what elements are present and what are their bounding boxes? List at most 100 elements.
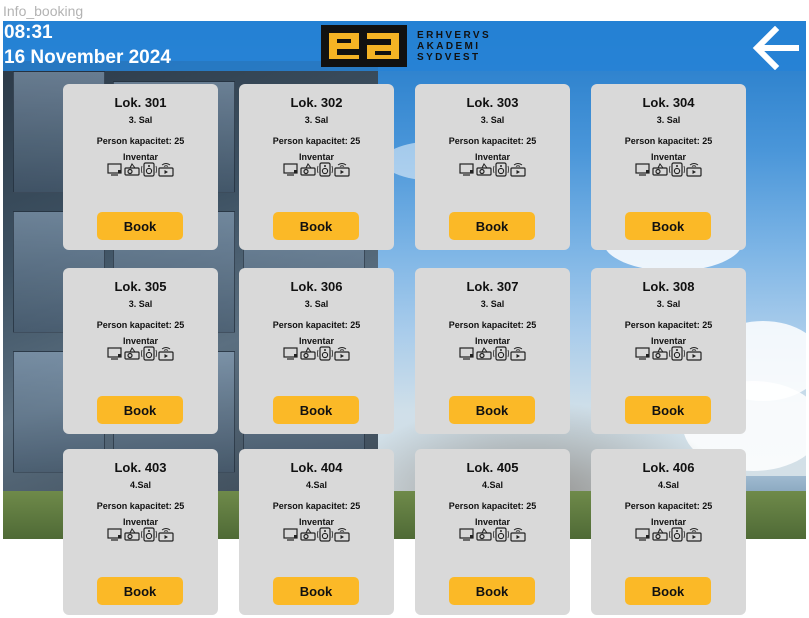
room-name: Lok. 405: [466, 460, 519, 475]
room-card: Lok. 307 3. Sal Person kapacitet: 25 Invent…: [415, 268, 570, 434]
room-inventory-icons: [63, 527, 218, 545]
room-inventory-icons: [415, 527, 570, 545]
room-capacity: Person kapacitet: 25: [96, 320, 185, 330]
room-card: Lok. 304 3. Sal Person kapacitet: 25 Invent…: [591, 84, 746, 250]
camera-icon: [510, 347, 526, 361]
screen-icon: [459, 347, 474, 360]
book-button[interactable]: Book: [625, 212, 711, 240]
speaker-icon: [493, 527, 509, 542]
book-button[interactable]: Book: [449, 577, 535, 605]
projector-icon: [300, 347, 316, 360]
projector-icon: [300, 528, 316, 541]
room-inventory-icons: [63, 162, 218, 180]
logo-line: SYDVEST: [417, 51, 481, 63]
room-inventory-icons: [591, 162, 746, 180]
room-inventory-icons: [239, 346, 394, 364]
room-inventory-label: Inventar: [650, 152, 686, 162]
room-card: Lok. 301 3. Sal Person kapacitet: 25 Invent…: [63, 84, 218, 250]
room-card: Lok. 303 3. Sal Person kapacitet: 25 Invent…: [415, 84, 570, 250]
clock-date: 16 November 2024: [4, 47, 171, 68]
clock-time: 08:31: [4, 22, 53, 43]
room-capacity: Person kapacitet: 25: [272, 320, 361, 330]
room-name: Lok. 305: [114, 279, 167, 294]
projector-icon: [300, 163, 316, 176]
room-inventory-label: Inventar: [474, 152, 510, 162]
projector-icon: [476, 347, 492, 360]
room-inventory-icons: [415, 162, 570, 180]
speaker-icon: [669, 527, 685, 542]
camera-icon: [686, 528, 702, 542]
frame-label: Info_booking: [3, 3, 84, 19]
camera-icon: [510, 528, 526, 542]
book-button[interactable]: Book: [625, 577, 711, 605]
logo: ERHVERVS AKADEMI SYDVEST: [321, 25, 491, 67]
room-card: Lok. 306 3. Sal Person kapacitet: 25 Invent…: [239, 268, 394, 434]
logo-line: ERHVERVS: [417, 29, 492, 41]
room-floor: 3. Sal: [656, 115, 681, 125]
room-capacity: Person kapacitet: 25: [624, 320, 713, 330]
screen-icon: [107, 528, 122, 541]
room-name: Lok. 307: [466, 279, 519, 294]
room-inventory-label: Inventar: [122, 336, 158, 346]
book-button[interactable]: Book: [273, 577, 359, 605]
header-bar: 08:31 16 November 2024 ERHVERVS AKADEMI …: [3, 21, 806, 71]
arrow-left-icon: [752, 25, 799, 71]
screen-icon: [635, 347, 650, 360]
room-name: Lok. 404: [290, 460, 343, 475]
room-inventory-label: Inventar: [650, 336, 686, 346]
camera-icon: [334, 528, 350, 542]
speaker-icon: [317, 162, 333, 177]
book-button[interactable]: Book: [625, 396, 711, 424]
speaker-icon: [669, 162, 685, 177]
room-card: Lok. 406 4.Sal Person kapacitet: 25 Inventa…: [591, 449, 746, 615]
book-button[interactable]: Book: [97, 396, 183, 424]
screen-icon: [107, 347, 122, 360]
screen-icon: [459, 163, 474, 176]
room-capacity: Person kapacitet: 25: [272, 501, 361, 511]
screen-icon: [283, 528, 298, 541]
book-button[interactable]: Book: [449, 396, 535, 424]
room-inventory-label: Inventar: [122, 517, 158, 527]
room-name: Lok. 301: [114, 95, 167, 110]
camera-icon: [510, 163, 526, 177]
room-name: Lok. 308: [642, 279, 695, 294]
room-card: Lok. 305 3. Sal Person kapacitet: 25 Invent…: [63, 268, 218, 434]
camera-icon: [686, 347, 702, 361]
speaker-icon: [669, 346, 685, 361]
screen-icon: [107, 163, 122, 176]
room-floor: 4.Sal: [305, 480, 327, 490]
projector-icon: [652, 528, 668, 541]
book-button[interactable]: Book: [449, 212, 535, 240]
speaker-icon: [317, 527, 333, 542]
room-name: Lok. 303: [466, 95, 519, 110]
room-floor: 4.Sal: [657, 480, 679, 490]
room-floor: 3. Sal: [480, 299, 505, 309]
room-inventory-label: Inventar: [474, 517, 510, 527]
room-name: Lok. 403: [114, 460, 167, 475]
projector-icon: [652, 163, 668, 176]
room-floor: 3. Sal: [128, 299, 153, 309]
speaker-icon: [317, 346, 333, 361]
room-inventory-icons: [591, 346, 746, 364]
room-capacity: Person kapacitet: 25: [624, 136, 713, 146]
speaker-icon: [141, 346, 157, 361]
projector-icon: [124, 528, 140, 541]
room-floor: 4.Sal: [481, 480, 503, 490]
camera-icon: [158, 347, 174, 361]
speaker-icon: [141, 527, 157, 542]
book-button[interactable]: Book: [273, 212, 359, 240]
book-button[interactable]: Book: [97, 212, 183, 240]
camera-icon: [334, 163, 350, 177]
room-capacity: Person kapacitet: 25: [96, 136, 185, 146]
screen-icon: [635, 528, 650, 541]
room-name: Lok. 406: [642, 460, 695, 475]
room-capacity: Person kapacitet: 25: [272, 136, 361, 146]
screen-icon: [635, 163, 650, 176]
projector-icon: [124, 347, 140, 360]
book-button[interactable]: Book: [97, 577, 183, 605]
book-button[interactable]: Book: [273, 396, 359, 424]
room-inventory-icons: [591, 527, 746, 545]
camera-icon: [158, 528, 174, 542]
back-button[interactable]: [751, 25, 801, 71]
room-capacity: Person kapacitet: 25: [448, 320, 537, 330]
